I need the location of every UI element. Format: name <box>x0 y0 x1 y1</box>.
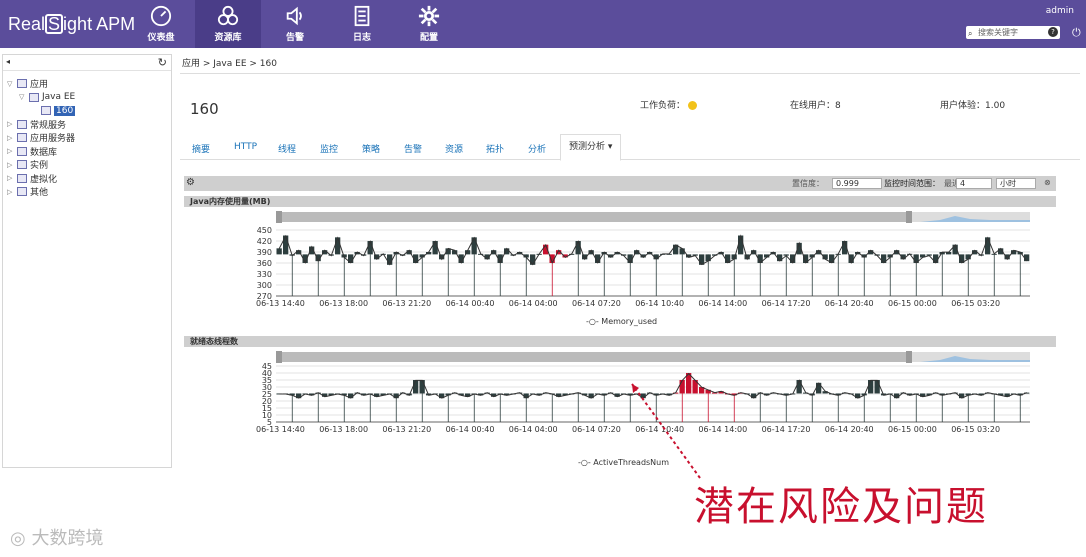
watermark-logo-icon: ◎ <box>10 528 26 549</box>
watermark: ◎ 大数跨境 <box>10 528 104 549</box>
risk-annotation: 潜在风险及问题 <box>694 484 988 530</box>
